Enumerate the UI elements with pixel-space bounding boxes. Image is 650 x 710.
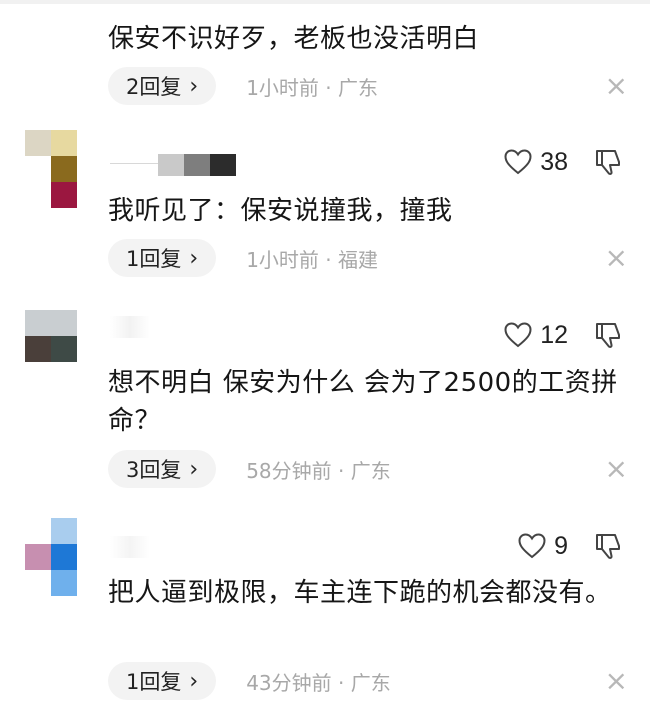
reply-button[interactable]: 3回复 › (108, 450, 217, 488)
reply-button[interactable]: 1回复 › (108, 239, 217, 277)
reply-count: 1回复 (126, 670, 182, 694)
comment-time: 1小时前 · 广东 (246, 75, 378, 100)
comment-text: 想不明白 保安为什么 会为了2500的工资拼命？ (108, 368, 618, 436)
thumbs-down-icon (596, 323, 620, 348)
username[interactable] (110, 536, 150, 558)
comment-meta: 3回复 › 58分钟前 · 广东 × (108, 449, 628, 489)
top-edge (0, 0, 650, 4)
avatar[interactable] (25, 130, 77, 182)
comment-meta: 2回复 › 1小时前 · 广东 × (108, 66, 628, 106)
comment-time: 58分钟前 · 广东 (246, 458, 391, 483)
close-icon[interactable]: × (605, 243, 628, 273)
close-icon[interactable]: × (605, 454, 628, 484)
like-count: 38 (540, 147, 568, 176)
reply-count: 2回复 (126, 75, 182, 99)
like-button[interactable]: 38 (504, 148, 568, 177)
thumbs-down-icon (596, 534, 620, 559)
reply-count: 1回复 (126, 247, 182, 271)
avatar[interactable] (25, 310, 77, 362)
like-count: 9 (554, 531, 568, 560)
comment-meta: 1回复 › 1小时前 · 福建 × (108, 238, 628, 278)
username[interactable] (110, 316, 150, 338)
dislike-button[interactable] (594, 321, 622, 349)
comment-text: 保安不识好歹，老板也没活明白 (108, 24, 480, 54)
heart-outline-icon (518, 533, 546, 559)
comment-time: 1小时前 · 福建 (246, 247, 378, 272)
dislike-button[interactable] (594, 532, 622, 560)
reply-button[interactable]: 1回复 › (108, 662, 217, 700)
heart-outline-icon (504, 149, 532, 175)
reply-count: 3回复 (126, 458, 182, 482)
close-icon[interactable]: × (605, 71, 628, 101)
comment-time: 43分钟前 · 广东 (246, 670, 391, 695)
comment-text: 把人逼到极限，车主连下跪的机会都没有。 (108, 578, 612, 608)
comment-actions: 38 (504, 142, 622, 182)
reply-button[interactable]: 2回复 › (108, 67, 217, 105)
comment-meta: 1回复 › 43分钟前 · 广东 × (108, 661, 628, 701)
chevron-right-icon: › (189, 456, 199, 482)
thumbs-down-icon (596, 150, 620, 175)
dislike-button[interactable] (594, 148, 622, 176)
chevron-right-icon: › (189, 245, 199, 271)
avatar-lower (25, 182, 77, 208)
comment-text: 我听见了：保安说撞我，撞我 (108, 196, 453, 226)
chevron-right-icon: › (189, 73, 199, 99)
username[interactable] (110, 154, 236, 176)
like-button[interactable]: 9 (518, 532, 568, 561)
avatar[interactable] (25, 518, 77, 596)
close-icon[interactable]: × (605, 666, 628, 696)
heart-outline-icon (504, 322, 532, 348)
comment-actions: 9 (518, 526, 622, 566)
chevron-right-icon: › (189, 668, 199, 694)
like-count: 12 (540, 320, 568, 349)
comment-actions: 12 (504, 315, 622, 355)
like-button[interactable]: 12 (504, 321, 568, 350)
